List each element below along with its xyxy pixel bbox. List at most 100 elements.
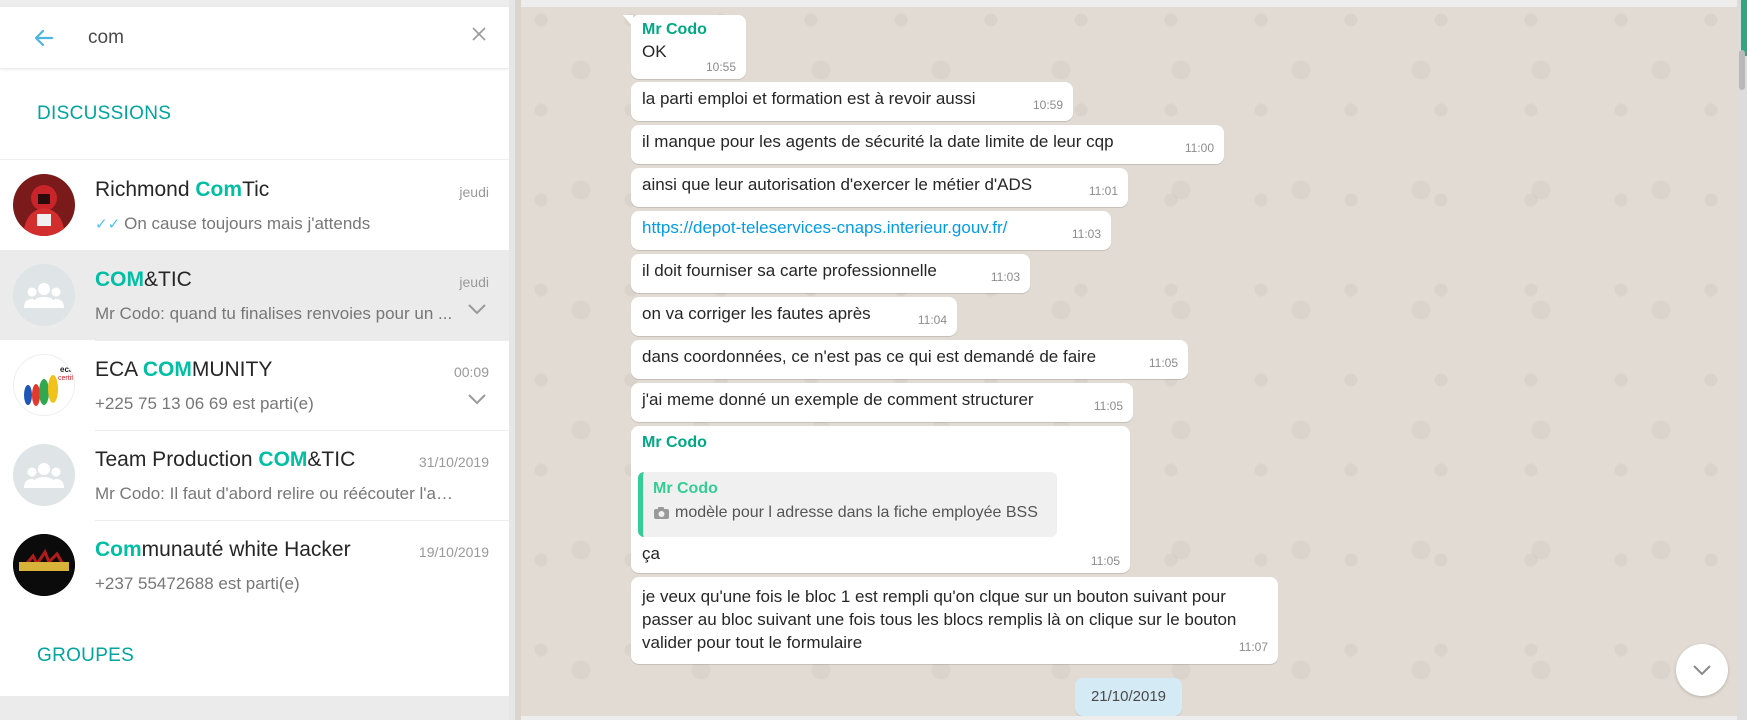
message-time: 11:03 — [1071, 227, 1101, 241]
chat-body: ECA COMMUNITY 00:09 +225 75 13 06 69 est… — [95, 340, 509, 431]
chat-name: Communauté white Hacker — [95, 538, 351, 561]
section-title-discussions: DISCUSSIONS — [0, 69, 509, 160]
chat-name: COM&TIC — [95, 267, 192, 291]
chat-item-richmond-comtic[interactable]: Richmond ComTic jeudi ✓✓ On cause toujour… — [0, 160, 509, 251]
message-time: 11:07 — [1238, 640, 1268, 654]
message-bubble[interactable]: il manque pour les agents de sécurité la… — [631, 125, 1224, 164]
avatar — [13, 264, 75, 326]
message-bubble[interactable]: Mr Codo OK 10:55 — [623, 15, 746, 79]
chat-name: Team Production COM&TIC — [95, 447, 356, 471]
message-text: il manque pour les agents de sécurité la… — [642, 132, 1114, 151]
message-bubble[interactable]: j'ai meme donné un exemple de comment st… — [631, 383, 1133, 422]
arrow-left-icon — [34, 29, 54, 46]
message-text: ça — [642, 544, 660, 563]
chat-body: COM&TIC jeudi Mr Codo: quand tu finalise… — [95, 250, 509, 341]
chat-name: ECA COMMUNITY — [95, 357, 273, 381]
message-time: 11:05 — [1090, 554, 1120, 568]
window-accent-strip — [1741, 0, 1747, 56]
message-time: 11:04 — [917, 313, 947, 327]
back-button[interactable] — [0, 7, 88, 68]
message-bubble[interactable]: la parti emploi et formation est à revoi… — [631, 82, 1073, 121]
message-time: 10:59 — [1032, 98, 1063, 112]
message-bubble[interactable]: on va corriger les fautes après 11:04 — [631, 297, 957, 336]
avatar — [13, 174, 75, 236]
message-text-line: valider pour tout le formulaire — [642, 633, 863, 652]
message-time: 11:05 — [1148, 356, 1178, 370]
message-time: 11:05 — [1093, 399, 1123, 413]
chat-item-team-production[interactable]: Team Production COM&TIC 31/10/2019 Mr Co… — [0, 430, 509, 521]
chat-name: Richmond ComTic — [95, 177, 270, 201]
message-text: OK — [642, 42, 667, 61]
message-text: il doit fourniser sa carte professionnel… — [642, 261, 937, 280]
message-time: 11:00 — [1184, 141, 1214, 155]
chat-item-eca-community[interactable]: eca certif ECA COMMUNITY 00:09 +225 75 1… — [0, 340, 509, 431]
scrollbar-thumb[interactable] — [1739, 50, 1745, 90]
chevron-down-icon — [1693, 665, 1711, 676]
message-text: j'ai meme donné un exemple de comment st… — [642, 390, 1034, 409]
ithacking-logo-icon — [13, 534, 75, 596]
message-text: la parti emploi et formation est à revoi… — [642, 89, 976, 108]
chat-time: 31/10/2019 — [418, 453, 489, 470]
chat-preview: Mr Codo: quand tu finalises renvoies pou… — [95, 303, 453, 323]
message-bubble-reply[interactable]: Mr Codo Mr Codo modèle pour l adresse da… — [631, 426, 1130, 573]
chat-time: 00:09 — [453, 363, 489, 380]
conversation-top-bar — [521, 0, 1747, 7]
message-bubble[interactable]: ainsi que leur autorisation d'exercer le… — [631, 168, 1128, 207]
chat-body: Richmond ComTic jeudi ✓✓ On cause toujour… — [95, 160, 509, 251]
conversation-bottom-bar — [521, 716, 1737, 720]
chat-time: jeudi — [459, 273, 489, 290]
chat-preview: +237 55472688 est parti(e) — [95, 574, 300, 593]
chat-body: Team Production COM&TIC 31/10/2019 Mr Co… — [95, 430, 509, 521]
message-sender: Mr Codo — [642, 21, 707, 38]
camera-icon — [654, 507, 669, 519]
chat-item-com-tic[interactable]: COM&TIC jeudi Mr Codo: quand tu finalise… — [0, 250, 509, 341]
chat-preview: Mr Codo: Il faut d'abord relire ou rééco… — [95, 483, 460, 503]
message-link[interactable]: https://depot-teleservices-cnaps.interie… — [642, 218, 1007, 237]
panel-top-bar — [0, 0, 509, 7]
group-avatar-icon — [24, 283, 64, 308]
message-text-line: je veux qu'une fois le bloc 1 est rempli… — [642, 587, 1226, 606]
clear-search-button[interactable] — [471, 26, 487, 47]
chevron-down-icon — [468, 393, 486, 404]
message-time: 11:03 — [990, 270, 1020, 284]
message-text-line: passer au bloc suivant une fois tous les… — [642, 610, 1237, 629]
left-scrollbar[interactable] — [509, 68, 515, 598]
list-item-partial[interactable] — [0, 696, 509, 720]
red-hooded-avatar-icon — [13, 174, 75, 236]
close-icon — [472, 27, 486, 41]
search-bar — [0, 7, 509, 69]
date-separator-badge: 21/10/2019 — [1075, 678, 1182, 716]
chat-preview: +225 75 13 06 69 est parti(e) — [95, 393, 314, 413]
chat-time: 19/10/2019 — [418, 544, 489, 560]
double-check-icon: ✓✓ — [95, 215, 121, 233]
group-avatar-icon — [24, 463, 64, 488]
svg-text:eca: eca — [60, 365, 74, 374]
quoted-sender: Mr Codo — [653, 480, 718, 497]
scroll-to-bottom-button[interactable] — [1676, 644, 1728, 696]
message-text: on va corriger les fautes après — [642, 304, 871, 323]
search-input[interactable] — [88, 26, 418, 49]
message-text: dans coordonnées, ce n'est pas ce qui es… — [642, 347, 1097, 366]
chat-menu-button[interactable] — [467, 392, 487, 410]
message-bubble[interactable]: je veux qu'une fois le bloc 1 est rempli… — [631, 577, 1278, 664]
quoted-text-row: modèle pour l adresse dans la fiche empl… — [653, 504, 1057, 522]
bubble-tail — [623, 15, 633, 27]
chat-body: Communauté white Hacker 19/10/2019 +237 … — [95, 520, 509, 610]
message-time: 10:55 — [705, 60, 736, 74]
chat-preview: ✓✓ On cause toujours mais j'attends — [95, 213, 371, 233]
message-sender: Mr Codo — [642, 434, 707, 451]
message-bubble[interactable]: https://depot-teleservices-cnaps.interie… — [631, 211, 1111, 250]
section-title-groups: GROUPES — [37, 645, 135, 666]
chat-search-panel: DISCUSSIONS Richmond ComTic jeudi ✓✓On c… — [0, 0, 515, 720]
right-scrollbar[interactable] — [1737, 0, 1747, 720]
chat-menu-button[interactable] — [467, 302, 487, 320]
quoted-message[interactable]: Mr Codo modèle pour l adresse dans la fi… — [638, 472, 1057, 537]
avatar — [13, 534, 75, 596]
message-bubble[interactable]: il doit fourniser sa carte professionnel… — [631, 254, 1030, 293]
chat-item-communaute-white-hacker[interactable]: Communauté white Hacker 19/10/2019 +237 … — [0, 520, 509, 610]
quoted-text: modèle pour l adresse dans la fiche empl… — [675, 504, 1038, 521]
message-bubble[interactable]: dans coordonnées, ce n'est pas ce qui es… — [631, 340, 1188, 379]
chat-list: Richmond ComTic jeudi ✓✓ On cause toujour… — [0, 160, 509, 610]
eca-certif-logo-icon: eca certif — [24, 365, 74, 406]
svg-text:certif: certif — [58, 375, 73, 382]
